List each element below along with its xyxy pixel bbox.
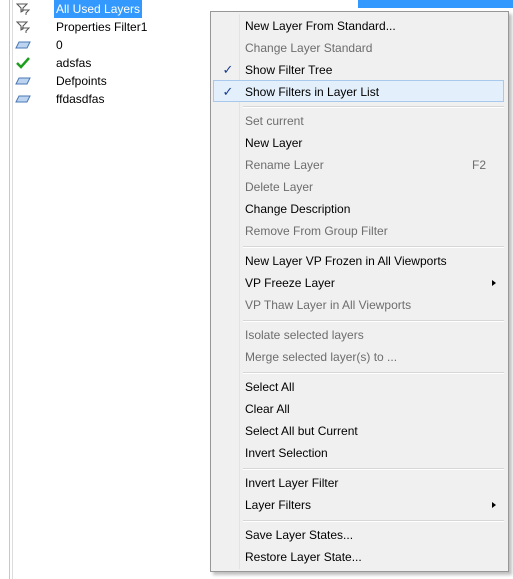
menu-item-label: Change Layer Standard <box>245 41 373 55</box>
menu-item-change-layer-standard[interactable]: Change Layer Standard <box>213 37 504 59</box>
menu-item-merge-selected-layers[interactable]: Merge selected layer(s) to ... <box>213 346 504 368</box>
menu-item-label: Invert Selection <box>245 446 328 460</box>
layer-icon <box>15 74 31 88</box>
current-layer-check-icon <box>15 56 31 70</box>
menu-item-label: VP Thaw Layer in All Viewports <box>245 298 412 312</box>
menu-item-label: Show Filters in Layer List <box>245 85 380 99</box>
layer-icon <box>15 38 31 52</box>
menu-item-restore-layer-state[interactable]: Restore Layer State... <box>213 546 504 568</box>
menu-separator <box>243 372 504 374</box>
layer-context-menu: New Layer From Standard... Change Layer … <box>210 11 509 572</box>
menu-item-new-layer-from-standard[interactable]: New Layer From Standard... <box>213 15 504 37</box>
menu-item-delete-layer[interactable]: Delete Layer <box>213 176 504 198</box>
menu-item-change-description[interactable]: Change Description <box>213 198 504 220</box>
submenu-arrow-icon <box>492 502 496 508</box>
menu-separator <box>243 520 504 522</box>
menu-item-vp-thaw-layer[interactable]: VP Thaw Layer in All Viewports <box>213 294 504 316</box>
menu-item-label: Clear All <box>245 402 290 416</box>
menu-item-label: Show Filter Tree <box>245 63 333 77</box>
menu-item-label: Isolate selected layers <box>245 328 364 342</box>
menu-item-label: New Layer VP Frozen in All Viewports <box>245 254 447 268</box>
menu-item-invert-selection[interactable]: Invert Selection <box>213 442 504 464</box>
menu-item-isolate-selected-layers[interactable]: Isolate selected layers <box>213 324 504 346</box>
menu-item-label: Remove From Group Filter <box>245 224 388 238</box>
menu-item-label: Select All but Current <box>245 424 358 438</box>
menu-item-label: Select All <box>245 380 295 394</box>
menu-item-show-filters-in-layer-list[interactable]: ✓ Show Filters in Layer List <box>213 80 504 102</box>
tree-item-label: ffdasdfas <box>56 92 105 106</box>
menu-item-label: Layer Filters <box>245 498 312 512</box>
menu-item-label: Invert Layer Filter <box>245 476 339 490</box>
menu-item-label: New Layer <box>245 136 303 150</box>
menu-item-new-layer-vp-frozen[interactable]: New Layer VP Frozen in All Viewports <box>213 250 504 272</box>
menu-separator <box>243 468 504 470</box>
menu-item-label: Rename Layer <box>245 158 324 172</box>
menu-item-label: Set current <box>245 114 304 128</box>
shortcut-label: F2 <box>471 158 486 172</box>
menu-item-select-all-but-current[interactable]: Select All but Current <box>213 420 504 442</box>
layer-icon <box>15 92 31 106</box>
menu-separator <box>243 320 504 322</box>
tree-item-label: 0 <box>56 38 63 52</box>
menu-item-label: Merge selected layer(s) to ... <box>245 350 398 364</box>
tree-item-label: Properties Filter1 <box>56 20 148 34</box>
submenu-arrow-icon <box>492 280 496 286</box>
menu-item-rename-layer[interactable]: Rename Layer F2 <box>213 154 504 176</box>
menu-item-save-layer-states[interactable]: Save Layer States... <box>213 524 504 546</box>
tree-divider <box>9 0 10 579</box>
menu-item-select-all[interactable]: Select All <box>213 376 504 398</box>
menu-item-layer-filters[interactable]: Layer Filters <box>213 494 504 516</box>
checkmark-icon: ✓ <box>222 84 234 99</box>
menu-item-label: New Layer From Standard... <box>245 19 396 33</box>
menu-item-set-current[interactable]: Set current <box>213 110 504 132</box>
menu-item-clear-all[interactable]: Clear All <box>213 398 504 420</box>
menu-item-show-filter-tree[interactable]: ✓ Show Filter Tree <box>213 59 504 81</box>
menu-item-remove-from-group-filter[interactable]: Remove From Group Filter <box>213 220 504 242</box>
tree-item-label: adsfas <box>56 56 92 70</box>
menu-item-invert-layer-filter[interactable]: Invert Layer Filter <box>213 472 504 494</box>
menu-separator <box>243 246 504 248</box>
menu-separator <box>243 106 504 108</box>
menu-item-label: Delete Layer <box>245 180 314 194</box>
tree-item-label: All Used Layers <box>54 0 143 18</box>
menu-item-new-layer[interactable]: New Layer <box>213 132 504 154</box>
filter-icon <box>15 20 31 34</box>
tree-item-label: Defpoints <box>56 74 107 88</box>
menu-item-label: Change Description <box>245 202 351 216</box>
filter-icon <box>15 2 31 16</box>
menu-item-label: VP Freeze Layer <box>245 276 335 290</box>
menu-item-label: Restore Layer State... <box>245 550 362 564</box>
menu-item-label: Save Layer States... <box>245 528 354 542</box>
checkmark-icon: ✓ <box>222 62 234 77</box>
menu-item-vp-freeze-layer[interactable]: VP Freeze Layer <box>213 272 504 294</box>
